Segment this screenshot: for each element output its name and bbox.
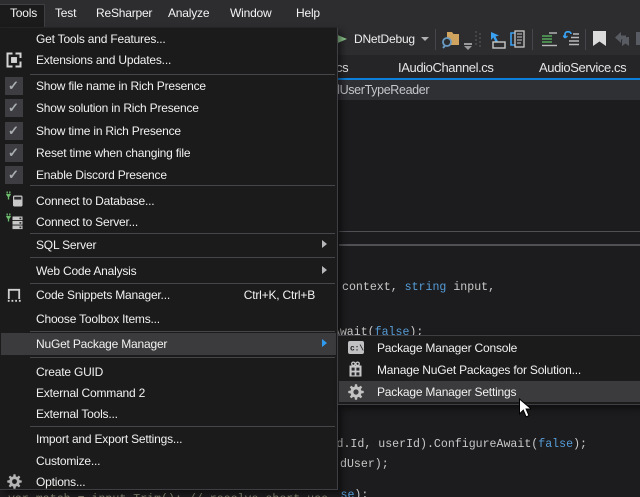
svg-text:c:\: c:\ [350,345,364,354]
